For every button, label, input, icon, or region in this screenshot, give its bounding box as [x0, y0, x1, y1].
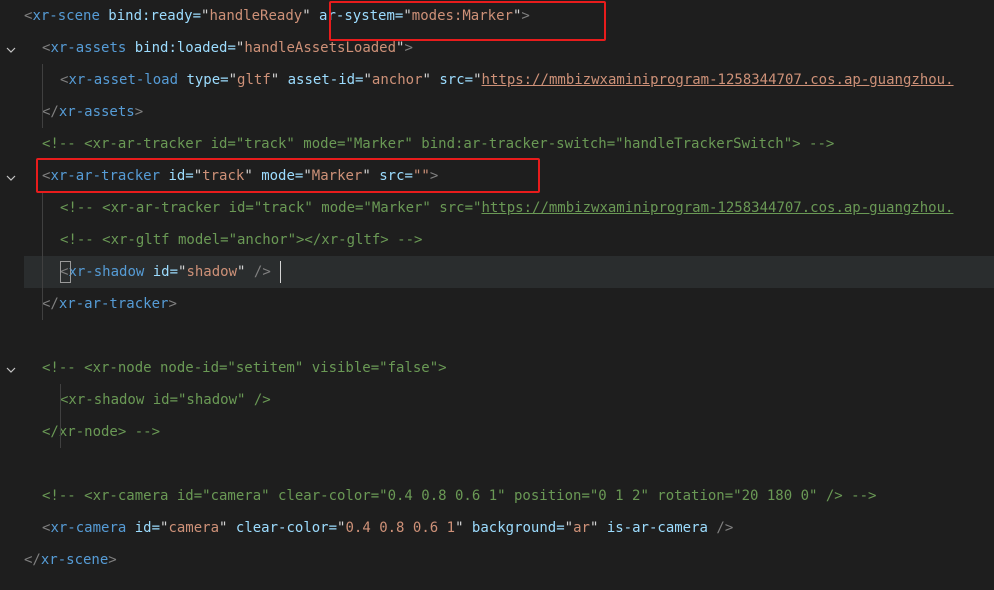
code-token: 0.4 0.8 0.6 1	[345, 520, 456, 536]
code-line-text: <xr-shadow id="shadow" />	[60, 384, 271, 416]
code-line[interactable]	[0, 320, 994, 352]
code-line[interactable]: <xr-asset-load type="gltf" asset-id="anc…	[0, 64, 994, 96]
chevron-down-icon[interactable]	[6, 171, 16, 181]
code-token: xr-assets	[58, 104, 135, 120]
code-line[interactable]: <!-- <xr-node node-id="setitem" visible=…	[0, 352, 994, 384]
code-token: <!-- <xr-camera id="camera" clear-color=…	[42, 488, 877, 504]
code-line-text: <!-- <xr-node node-id="setitem" visible=…	[42, 352, 447, 384]
code-token: bind:loaded=	[126, 40, 236, 56]
code-line[interactable]: </xr-scene>	[0, 544, 994, 576]
code-token: xr-assets	[50, 40, 127, 56]
indent-guide	[42, 192, 43, 320]
code-token: </	[24, 552, 41, 568]
code-token: gltf	[237, 72, 271, 88]
code-token: bind:ready=	[99, 8, 202, 24]
code-line-text: <xr-asset-load type="gltf" asset-id="anc…	[60, 64, 954, 96]
code-token: xr-asset-load	[68, 72, 179, 88]
code-line[interactable]: </xr-assets>	[0, 96, 994, 128]
code-line[interactable]: <!-- <xr-ar-tracker id="track" mode="Mar…	[0, 192, 994, 224]
highlight-box-ar-system	[329, 1, 606, 41]
code-line-text: </xr-ar-tracker>	[42, 288, 177, 320]
code-token: "	[473, 72, 482, 88]
code-line-text: </xr-scene>	[24, 544, 117, 576]
code-token: "	[422, 72, 431, 88]
code-line[interactable]: <!-- <xr-camera id="camera" clear-color=…	[0, 480, 994, 512]
code-line[interactable]: <!-- <xr-ar-tracker id="track" mode="Mar…	[0, 128, 994, 160]
code-token: <!-- <xr-ar-tracker id="track" mode="Mar…	[60, 200, 482, 216]
bracket-match-marker	[60, 261, 71, 283]
code-token: xr-scene	[32, 8, 100, 24]
code-token: ar	[573, 520, 590, 536]
code-line-text: <!-- <xr-ar-tracker id="track" mode="Mar…	[42, 128, 834, 160]
code-line[interactable]: <xr-camera id="camera" clear-color="0.4 …	[0, 512, 994, 544]
code-line[interactable]: </xr-node> -->	[0, 416, 994, 448]
code-token: "	[302, 8, 311, 24]
code-token: src=	[430, 72, 474, 88]
code-token: type=	[178, 72, 229, 88]
code-line-text: <!-- <xr-ar-tracker id="track" mode="Mar…	[60, 192, 953, 224]
code-token: />	[707, 520, 734, 536]
code-token: is-ar-camera	[598, 520, 708, 536]
code-token: clear-color=	[227, 520, 338, 536]
code-token: "	[363, 72, 372, 88]
code-token: </	[42, 296, 59, 312]
indent-guide	[60, 384, 61, 448]
highlight-box-ar-tracker	[36, 158, 540, 193]
code-token: "	[455, 520, 464, 536]
code-line-text: <!-- <xr-camera id="camera" clear-color=…	[42, 480, 876, 512]
code-token: xr-scene	[40, 552, 109, 568]
code-line[interactable]: </xr-ar-tracker>	[0, 288, 994, 320]
code-token: "	[228, 72, 238, 88]
code-line[interactable]: <!-- <xr-gltf model="anchor"></xr-gltf> …	[0, 224, 994, 256]
text-cursor	[280, 261, 281, 283]
code-token: <!-- <xr-node node-id="setitem" visible=…	[42, 360, 447, 376]
code-editor[interactable]: <xr-scene bind:ready="handleReady" ar-sy…	[0, 0, 994, 590]
chevron-down-icon[interactable]	[6, 43, 16, 53]
code-token: xr-camera	[50, 520, 127, 536]
code-token: id=	[144, 264, 179, 280]
code-token: >	[404, 40, 413, 56]
code-token: <!-- <xr-ar-tracker id="track" mode="Mar…	[42, 136, 835, 152]
code-token: background=	[463, 520, 565, 536]
code-line-text: <xr-camera id="camera" clear-color="0.4 …	[42, 512, 733, 544]
indent-guide	[42, 64, 43, 128]
code-token: id=	[126, 520, 161, 536]
code-token: handleAssetsLoaded	[244, 40, 397, 56]
chevron-down-icon[interactable]	[6, 363, 16, 373]
code-token: <xr-shadow id="shadow" />	[60, 392, 271, 408]
code-token: handleReady	[209, 8, 303, 24]
code-token: https://mmbizwxaminiprogram-1258344707.c…	[481, 72, 954, 88]
code-line[interactable]: <xr-shadow id="shadow" />	[0, 384, 994, 416]
code-token: camera	[168, 520, 220, 536]
code-line[interactable]: <xr-shadow id="shadow" />	[24, 256, 994, 288]
code-token: <!-- <xr-gltf model="anchor"></xr-gltf> …	[60, 232, 423, 248]
code-token: >	[108, 552, 117, 568]
code-token: />	[245, 264, 271, 280]
code-token: https://mmbizwxaminiprogram-1258344707.c…	[481, 200, 954, 216]
code-token: "	[270, 72, 280, 88]
code-token: xr-shadow	[68, 264, 145, 280]
code-line-text: <xr-shadow id="shadow" />	[60, 256, 271, 288]
code-token: >	[134, 104, 144, 120]
code-token: "	[564, 520, 574, 536]
code-token: xr-ar-tracker	[58, 296, 169, 312]
code-token: </	[42, 104, 59, 120]
code-token: asset-id=	[279, 72, 364, 88]
code-token: shadow	[186, 264, 238, 280]
code-token: anchor	[371, 72, 423, 88]
code-token: >	[168, 296, 177, 312]
code-line[interactable]	[0, 448, 994, 480]
code-line-text: <!-- <xr-gltf model="anchor"></xr-gltf> …	[60, 224, 422, 256]
code-line-text: </xr-assets>	[42, 96, 143, 128]
